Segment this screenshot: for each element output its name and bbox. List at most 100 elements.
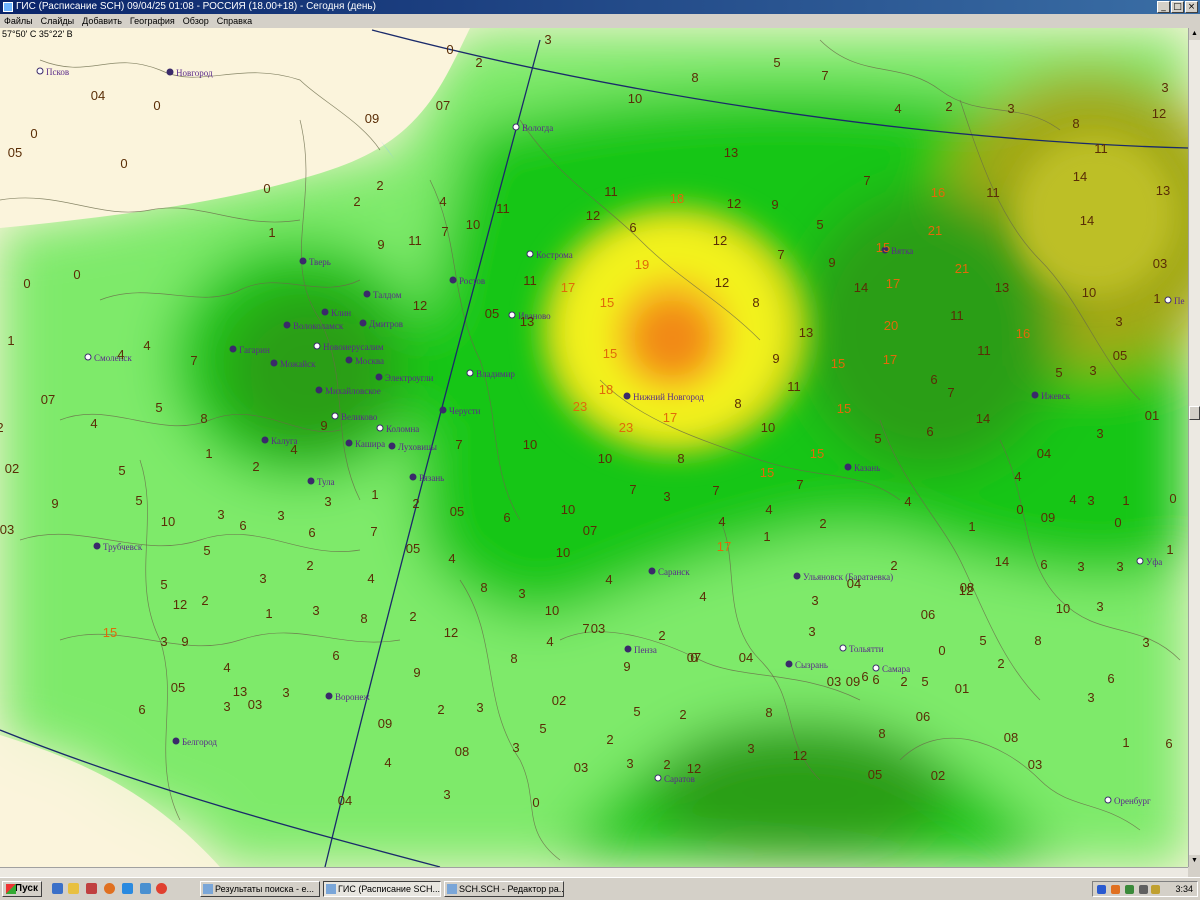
value-label: 12 — [444, 625, 458, 640]
value-label: 1 — [1153, 291, 1160, 306]
value-label: 5 — [979, 633, 986, 648]
network-icon[interactable] — [1139, 885, 1148, 894]
value-label: 07 — [583, 523, 597, 538]
desktop-icon[interactable] — [52, 883, 63, 894]
window-controls: _ □ × — [1157, 1, 1198, 13]
folder-icon[interactable] — [68, 883, 79, 894]
value-label: 7 — [441, 224, 448, 239]
chrome-icon[interactable] — [156, 883, 167, 894]
value-label: 12 — [959, 583, 973, 598]
city-marker[interactable]: Электроугли — [375, 373, 433, 383]
value-label: 23 — [573, 399, 587, 414]
value-label: 13 — [799, 325, 813, 340]
value-label: 3 — [626, 756, 633, 771]
value-label: 5 — [135, 493, 142, 508]
volume-icon[interactable] — [1151, 885, 1160, 894]
city-label: Трубчевск — [103, 542, 143, 552]
minimize-button[interactable]: _ — [1157, 1, 1170, 13]
city-marker[interactable]: Михайловское — [315, 386, 381, 396]
value-label: 5 — [874, 431, 881, 446]
map-view[interactable]: 57°50' С 35°22' В Псков Новгород Вологда Ко… — [0, 28, 1188, 867]
value-label: 6 — [629, 220, 636, 235]
value-label: 5 — [118, 463, 125, 478]
start-button[interactable]: Пуск — [2, 881, 42, 897]
value-label: 05 — [868, 767, 882, 782]
value-label: 3 — [1161, 80, 1168, 95]
value-label: 13 — [233, 684, 247, 699]
value-label: 7 — [712, 483, 719, 498]
value-label: 4 — [546, 634, 553, 649]
city-marker[interactable]: Нижний Новгород — [623, 392, 704, 402]
city-label: Самара — [882, 664, 910, 674]
value-label: 11 — [408, 233, 422, 248]
value-label: 09 — [365, 111, 379, 126]
value-label: 15 — [103, 625, 117, 640]
gis-app-icon — [326, 884, 336, 894]
vertical-scrollbar[interactable]: ▲ ▼ — [1188, 28, 1200, 867]
value-label: 03 — [1153, 256, 1167, 271]
scroll-down-icon[interactable]: ▼ — [1189, 855, 1200, 867]
map-canvas[interactable]: Псков Новгород Вологда Кострома Тверь Талдом Р… — [0, 28, 1188, 867]
value-label: 03 — [1028, 757, 1042, 772]
value-label: 03 — [574, 760, 588, 775]
language-icon[interactable] — [1097, 885, 1106, 894]
value-label: 21 — [928, 223, 942, 238]
value-label: 4 — [894, 101, 901, 116]
value-label: 1 — [1166, 542, 1173, 557]
value-label: 15 — [760, 465, 774, 480]
menu-view[interactable]: Обзор — [179, 14, 213, 28]
value-label: 7 — [863, 173, 870, 188]
value-label: 05 — [1113, 348, 1127, 363]
value-label: 13 — [1156, 183, 1170, 198]
browser-icon[interactable] — [104, 883, 115, 894]
tray-icon-green[interactable] — [1125, 885, 1134, 894]
city-label: Великово — [341, 412, 378, 422]
city-marker[interactable]: Новоиерусалим — [313, 342, 384, 352]
value-label: 7 — [629, 482, 636, 497]
value-label: 12 — [413, 298, 427, 313]
mail-icon[interactable] — [122, 883, 133, 894]
maximize-button[interactable]: □ — [1171, 1, 1184, 13]
menu-slides[interactable]: Слайды — [37, 14, 79, 28]
value-label: 04 — [91, 88, 105, 103]
city-marker[interactable]: Ульяновск (Баратаевка) — [793, 572, 893, 582]
value-label: 2 — [945, 99, 952, 114]
monitor-icon[interactable] — [140, 883, 151, 894]
windows-logo-icon — [6, 884, 16, 894]
value-label: 18 — [670, 191, 684, 206]
value-label: 14 — [854, 280, 868, 295]
value-label: 9 — [771, 197, 778, 212]
menu-add[interactable]: Добавить — [78, 14, 126, 28]
tray-icon-orange[interactable] — [1111, 885, 1120, 894]
value-label: 15 — [837, 401, 851, 416]
scroll-up-icon[interactable]: ▲ — [1189, 28, 1200, 40]
value-label: 0 — [1114, 515, 1121, 530]
value-label: 6 — [308, 525, 315, 540]
value-label: 19 — [635, 257, 649, 272]
task-search-results[interactable]: Результаты поиска - е... — [200, 881, 320, 897]
scroll-thumb[interactable] — [1189, 406, 1200, 420]
value-label: 05 — [485, 306, 499, 321]
close-button[interactable]: × — [1185, 1, 1198, 13]
value-label: 04 — [847, 576, 861, 591]
value-label: 0 — [1016, 502, 1023, 517]
app-icon-red[interactable] — [86, 883, 97, 894]
value-label: 8 — [200, 411, 207, 426]
task-sch-editor[interactable]: SCH.SCH - Редактор ра... — [444, 881, 564, 897]
city-label: Саранск — [658, 567, 690, 577]
horizontal-scrollbar[interactable] — [0, 867, 1188, 877]
task-gis[interactable]: ГИС (Расписание SCH... — [323, 881, 441, 897]
menu-geography[interactable]: География — [126, 14, 179, 28]
value-label: 3 — [476, 700, 483, 715]
value-label: 05 — [450, 504, 464, 519]
value-label: 11 — [496, 201, 510, 216]
value-label: 8 — [691, 70, 698, 85]
value-label: 4 — [1014, 469, 1021, 484]
value-label: 4 — [90, 416, 97, 431]
value-label: 7 — [582, 621, 589, 636]
menu-help[interactable]: Справка — [213, 14, 256, 28]
value-label: 07 — [41, 392, 55, 407]
city-marker[interactable]: Волоколамск — [283, 321, 344, 331]
menu-files[interactable]: Файлы — [0, 14, 37, 28]
value-label: 1 — [205, 446, 212, 461]
